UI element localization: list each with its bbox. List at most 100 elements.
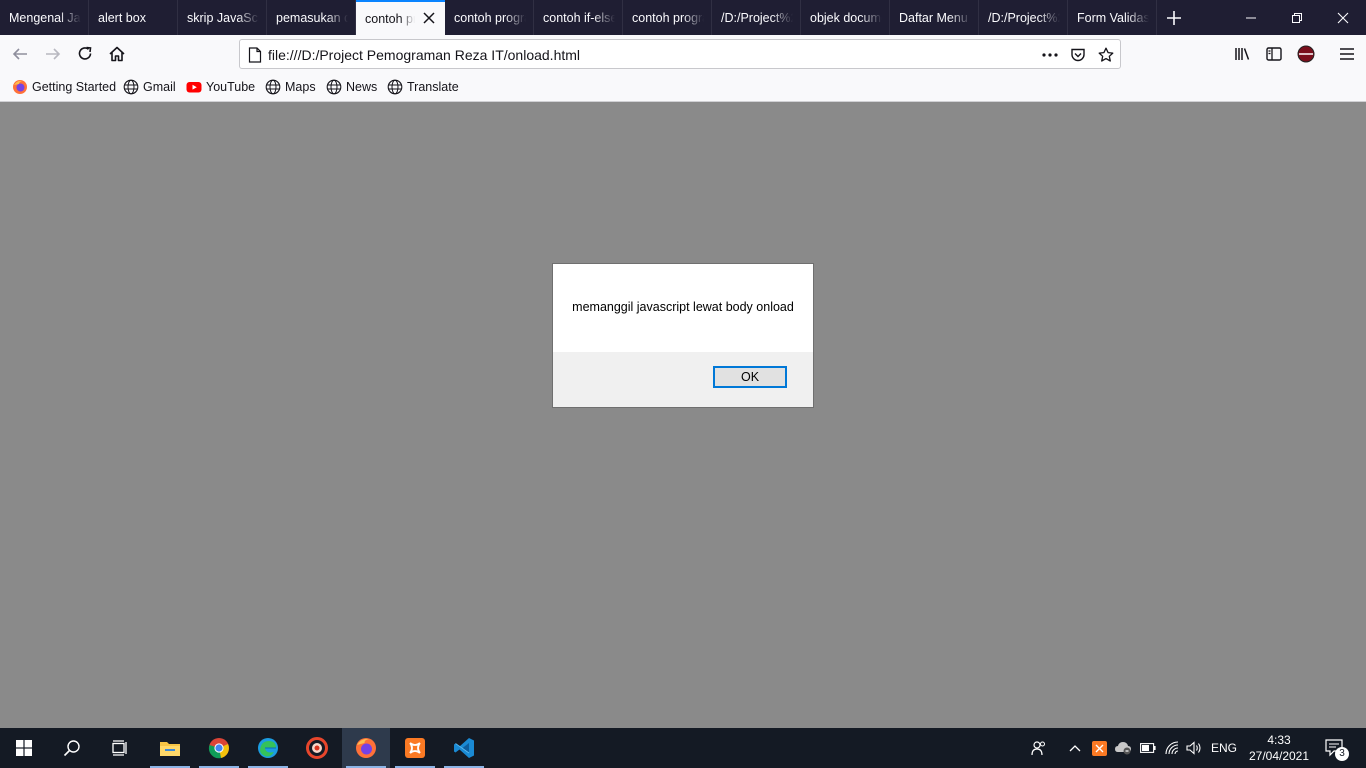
bookmark-label: Gmail <box>143 80 176 94</box>
tab-strip: Mengenal JavaScript alert box skrip Java… <box>0 0 1366 35</box>
sidebar-icon <box>1266 47 1282 61</box>
people-button[interactable] <box>1026 728 1052 768</box>
bookmark-translate[interactable]: Translate <box>387 78 459 96</box>
tab-label: /D:/Project%20 <box>721 10 793 25</box>
tab-label: Form Validasi <box>1077 10 1149 25</box>
bookmark-gmail[interactable]: Gmail <box>123 78 176 96</box>
taskbar-chrome[interactable] <box>195 728 243 768</box>
back-button[interactable] <box>5 39 35 69</box>
bookmark-label: Translate <box>407 80 459 94</box>
tab-label: pemasukan data <box>276 10 348 25</box>
library-button[interactable] <box>1227 39 1257 69</box>
windows-logo-icon <box>16 740 32 756</box>
sidebar-button[interactable] <box>1259 39 1289 69</box>
bookmark-getting-started[interactable]: Getting Started <box>12 78 116 96</box>
home-button[interactable] <box>102 39 132 69</box>
page-actions-icon[interactable] <box>1041 46 1059 64</box>
system-clock[interactable]: 4:33 27/04/2021 <box>1244 732 1314 764</box>
hamburger-menu-icon <box>1340 48 1354 60</box>
tab-objek-document[interactable]: objek document <box>801 0 890 35</box>
tab-contoh-program-2[interactable]: contoh program <box>445 0 534 35</box>
recorder-app-icon <box>306 737 328 759</box>
minimize-icon <box>1246 17 1256 18</box>
tab-mengenal-javascript[interactable]: Mengenal JavaScript <box>0 0 89 35</box>
bookmark-maps[interactable]: Maps <box>265 78 316 96</box>
show-hidden-icons-button[interactable] <box>1064 728 1086 768</box>
close-icon <box>1337 12 1349 23</box>
bookmark-news[interactable]: News <box>326 78 377 96</box>
tab-project-file-2[interactable]: /D:/Project%20 <box>979 0 1068 35</box>
minimize-button[interactable] <box>1228 0 1274 35</box>
bookmark-label: News <box>346 80 378 94</box>
forward-button[interactable] <box>38 39 68 69</box>
bookmark-star-icon[interactable] <box>1097 46 1115 64</box>
close-tab-icon[interactable] <box>422 11 436 25</box>
restore-icon <box>1292 12 1302 23</box>
search-button[interactable] <box>48 728 96 768</box>
volume-icon[interactable] <box>1184 728 1206 768</box>
ok-button[interactable]: OK <box>713 366 787 388</box>
tab-pemasukan[interactable]: pemasukan data <box>267 0 356 35</box>
tab-skrip-javascript[interactable]: skrip JavaScript <box>178 0 267 35</box>
new-tab-button[interactable] <box>1157 0 1191 35</box>
globe-icon <box>326 79 342 95</box>
taskbar-xampp[interactable] <box>391 728 439 768</box>
globe-icon <box>123 79 139 95</box>
taskbar-firefox[interactable] <box>342 728 390 768</box>
tab-alert-box[interactable]: alert box <box>89 0 178 35</box>
vscode-icon <box>454 738 474 758</box>
alert-dialog: memanggil javascript lewat body onload O… <box>552 263 814 408</box>
chevron-up-icon <box>1069 745 1081 752</box>
tab-contoh-program-active[interactable]: contoh program <box>356 0 445 35</box>
tray-cloud-icon[interactable] <box>1112 728 1134 768</box>
tab-label: contoh program <box>454 10 526 25</box>
url-text[interactable]: file:///D:/Project Pemograman Reza IT/on… <box>268 47 580 63</box>
battery-icon[interactable] <box>1137 728 1159 768</box>
tab-form-validasi[interactable]: Form Validasi <box>1068 0 1157 35</box>
tray-xampp-icon[interactable] <box>1089 728 1109 768</box>
page-content-overlay: memanggil javascript lewat body onload O… <box>0 102 1366 728</box>
tab-label: alert box <box>98 10 146 25</box>
tab-label: objek document <box>810 10 882 25</box>
taskbar-file-explorer[interactable] <box>146 728 194 768</box>
chrome-icon <box>208 738 229 759</box>
bookmark-label: Getting Started <box>32 80 117 94</box>
task-view-icon <box>112 740 127 756</box>
clock-date: 27/04/2021 <box>1248 749 1310 763</box>
pocket-icon[interactable] <box>1069 46 1087 64</box>
action-center-button[interactable]: 3 <box>1318 728 1352 768</box>
page-icon <box>246 46 264 64</box>
clock-time: 4:33 <box>1267 733 1291 747</box>
close-window-button[interactable] <box>1320 0 1366 35</box>
taskbar-vscode[interactable] <box>440 728 488 768</box>
reload-button[interactable] <box>70 39 100 69</box>
menu-button[interactable] <box>1332 39 1362 69</box>
task-view-button[interactable] <box>96 728 144 768</box>
wifi-icon[interactable] <box>1161 728 1183 768</box>
tab-daftar-menu[interactable]: Daftar Menu <box>890 0 979 35</box>
tab-label: Mengenal JavaScript <box>9 10 81 25</box>
tab-label: skrip JavaScript <box>187 10 259 25</box>
folder-icon <box>160 742 180 756</box>
start-button[interactable] <box>0 728 48 768</box>
tab-contoh-program-3[interactable]: contoh program <box>623 0 712 35</box>
url-bar[interactable]: file:///D:/Project Pemograman Reza IT/on… <box>239 39 1121 69</box>
taskbar-screen-recorder[interactable] <box>293 728 341 768</box>
edge-icon <box>258 738 278 758</box>
language-indicator[interactable]: ENG <box>1208 728 1240 768</box>
bookmarks-toolbar: Getting Started Gmail YouTube Maps News … <box>0 72 1366 102</box>
youtube-icon <box>186 82 202 93</box>
restore-button[interactable] <box>1274 0 1320 35</box>
account-button[interactable] <box>1291 39 1321 69</box>
firefox-icon <box>13 80 27 94</box>
tab-project-file-1[interactable]: /D:/Project%20 <box>712 0 801 35</box>
taskbar-edge[interactable] <box>244 728 292 768</box>
tab-label: Daftar Menu <box>899 10 968 25</box>
bookmark-youtube[interactable]: YouTube <box>186 78 255 96</box>
account-avatar-icon <box>1297 45 1315 63</box>
library-icon <box>1235 48 1250 60</box>
forward-arrow-icon <box>46 48 61 60</box>
alert-footer: OK <box>553 352 813 407</box>
reload-icon <box>78 46 92 60</box>
tab-contoh-if-else[interactable]: contoh if-else <box>534 0 623 35</box>
